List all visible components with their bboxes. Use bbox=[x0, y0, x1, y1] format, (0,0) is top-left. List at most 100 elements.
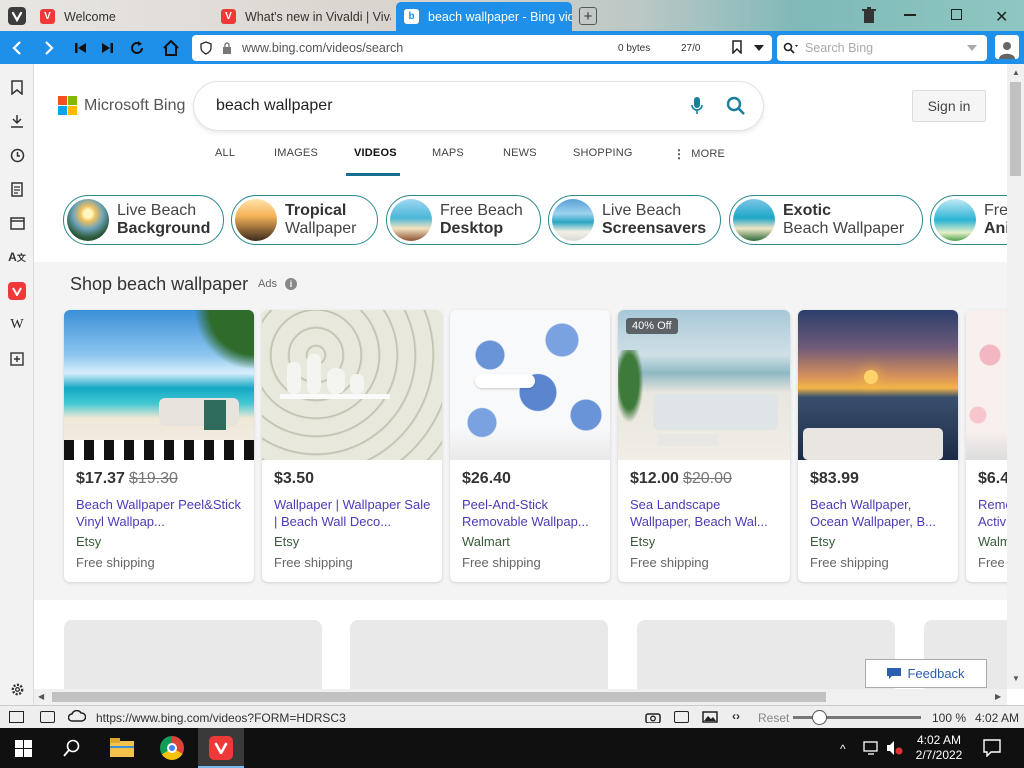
home-button[interactable] bbox=[160, 37, 182, 59]
volume-muted-icon[interactable] bbox=[886, 740, 904, 756]
pill-line1: Free Beach bbox=[440, 202, 523, 219]
tab-images[interactable]: IMAGES bbox=[274, 147, 318, 159]
product-title[interactable]: Peel-And-Stick Removable Wallpap... bbox=[462, 496, 602, 530]
tab-bing-search[interactable]: b beach wallpaper - Bing vide bbox=[396, 2, 572, 31]
product-card[interactable]: $3.50 Wallpaper | Wallpaper Sale | Beach… bbox=[262, 310, 442, 582]
bing-search-box[interactable]: beach wallpaper bbox=[194, 82, 763, 130]
chevron-up-icon[interactable]: ^ bbox=[840, 742, 846, 756]
tab-welcome[interactable]: V Welcome bbox=[40, 2, 220, 31]
forward-button[interactable] bbox=[38, 37, 60, 59]
file-explorer-icon[interactable] bbox=[110, 738, 134, 758]
url-field[interactable]: www.bing.com/videos/search 0 bytes 27/0 bbox=[192, 35, 772, 61]
related-search-pill[interactable]: Live Beach Screensavers bbox=[548, 195, 721, 245]
tab-videos[interactable]: VIDEOS bbox=[354, 147, 397, 159]
tab-whats-new[interactable]: V What's new in Vivaldi | Viva bbox=[221, 2, 391, 31]
product-card[interactable]: $6.4 Remo Activ Walm Free bbox=[966, 310, 1007, 582]
product-title[interactable]: Sea Landscape Wallpaper, Beach Wal... bbox=[630, 496, 782, 530]
downloads-panel-icon[interactable] bbox=[8, 112, 26, 130]
bing-logo[interactable]: Microsoft Bing bbox=[58, 96, 185, 116]
settings-gear-icon[interactable] bbox=[8, 680, 26, 698]
wikipedia-panel-icon[interactable]: W bbox=[8, 316, 26, 334]
search-engine-field[interactable]: Search Bing bbox=[777, 35, 987, 61]
tab-news[interactable]: NEWS bbox=[503, 147, 537, 159]
microphone-icon[interactable] bbox=[691, 96, 703, 116]
notes-panel-icon[interactable] bbox=[8, 180, 26, 198]
vertical-scrollbar[interactable]: ▲ ▼ bbox=[1007, 64, 1024, 689]
new-tab-button[interactable]: + bbox=[579, 7, 597, 25]
video-result-placeholder[interactable] bbox=[637, 620, 895, 689]
product-title[interactable]: Beach Wallpaper Peel&Stick Vinyl Wallpap… bbox=[76, 496, 246, 530]
info-icon[interactable]: i bbox=[284, 278, 297, 290]
scrollbar-thumb[interactable] bbox=[52, 692, 826, 702]
related-search-pill[interactable]: FreAni bbox=[930, 195, 1007, 245]
search-icon[interactable] bbox=[726, 96, 746, 116]
vivaldi-taskbar-button[interactable] bbox=[198, 728, 244, 768]
image-icon[interactable] bbox=[702, 711, 718, 723]
back-button[interactable] bbox=[6, 37, 28, 59]
address-bar: www.bing.com/videos/search 0 bytes 27/0 … bbox=[0, 31, 1024, 64]
tab-all[interactable]: ALL bbox=[215, 147, 235, 159]
maximize-button[interactable] bbox=[951, 9, 962, 20]
camera-icon[interactable] bbox=[645, 711, 661, 723]
bookmarks-panel-icon[interactable] bbox=[8, 78, 26, 96]
related-search-pill[interactable]: Tropical Wallpaper bbox=[231, 195, 378, 245]
product-title[interactable]: Wallpaper | Wallpaper Sale | Beach Wall … bbox=[274, 496, 434, 530]
shield-icon[interactable] bbox=[200, 41, 212, 55]
cloud-sync-icon[interactable] bbox=[68, 710, 86, 722]
related-search-pill[interactable]: Live Beach Background bbox=[63, 195, 224, 245]
page-tiling-icon[interactable] bbox=[674, 711, 689, 723]
pill-thumbnail bbox=[552, 199, 594, 241]
notifications-icon[interactable] bbox=[983, 739, 1001, 757]
panel-toggle-icon[interactable] bbox=[9, 711, 24, 723]
minimize-button[interactable] bbox=[904, 14, 916, 16]
tab-shopping[interactable]: SHOPPING bbox=[573, 147, 633, 159]
product-shipping: Free shipping bbox=[462, 555, 541, 570]
chrome-icon[interactable] bbox=[160, 736, 184, 760]
video-result-placeholder[interactable] bbox=[64, 620, 322, 689]
product-image bbox=[262, 310, 442, 460]
product-card[interactable]: $17.37 $19.30 Beach Wallpaper Peel&Stick … bbox=[64, 310, 254, 582]
sign-in-button[interactable]: Sign in bbox=[912, 90, 986, 122]
fast-forward-button[interactable] bbox=[96, 37, 118, 59]
profile-avatar[interactable] bbox=[995, 35, 1019, 59]
tab-more[interactable]: ⋮ MORE bbox=[673, 147, 725, 161]
zoom-slider-handle[interactable] bbox=[812, 710, 827, 725]
reload-button[interactable] bbox=[126, 37, 148, 59]
history-panel-icon[interactable] bbox=[8, 146, 26, 164]
feedback-button[interactable]: Feedback bbox=[865, 659, 987, 688]
product-card[interactable]: 40% Off $12.00 $20.00 Sea Landscape Wallp… bbox=[618, 310, 790, 582]
zoom-level: 100 % bbox=[932, 711, 967, 725]
add-panel-icon[interactable] bbox=[8, 350, 26, 368]
section-title: Shop beach wallpaper bbox=[70, 274, 249, 294]
chevron-down-icon[interactable] bbox=[967, 45, 977, 51]
taskbar-clock[interactable]: 4:02 AM 2/7/2022 bbox=[915, 733, 963, 763]
video-result-placeholder[interactable] bbox=[350, 620, 608, 689]
search-icon[interactable] bbox=[63, 739, 81, 757]
vivaldi-menu-icon[interactable] bbox=[8, 7, 26, 25]
product-card[interactable]: $83.99 Beach Wallpaper, Ocean Wallpaper,… bbox=[798, 310, 958, 582]
product-card[interactable]: $26.40 Peel-And-Stick Removable Wallpap.… bbox=[450, 310, 610, 582]
trash-icon[interactable] bbox=[862, 7, 876, 24]
zoom-reset[interactable]: Reset bbox=[758, 711, 789, 725]
window-panel-icon[interactable] bbox=[8, 214, 26, 232]
related-search-pill[interactable]: Exotic Beach Wallpaper bbox=[729, 195, 923, 245]
product-title[interactable]: Remo Activ bbox=[978, 496, 1007, 530]
product-title[interactable]: Beach Wallpaper, Ocean Wallpaper, B... bbox=[810, 496, 950, 530]
scrollbar-thumb[interactable] bbox=[1010, 82, 1021, 176]
network-icon[interactable] bbox=[863, 741, 879, 755]
tab-maps[interactable]: MAPS bbox=[432, 147, 464, 159]
pill-line2: Wallpaper bbox=[285, 220, 357, 237]
related-search-pill[interactable]: Free Beach Desktop bbox=[386, 195, 541, 245]
windows-start-icon[interactable] bbox=[15, 740, 32, 757]
url-text[interactable]: www.bing.com/videos/search bbox=[242, 41, 403, 55]
rewind-button[interactable] bbox=[70, 37, 92, 59]
chevron-down-icon[interactable] bbox=[754, 45, 764, 51]
translate-panel-icon[interactable]: A文 bbox=[8, 248, 26, 266]
bookmark-icon[interactable] bbox=[732, 40, 742, 54]
vivaldi-panel-icon[interactable] bbox=[8, 282, 26, 300]
code-icon[interactable]: ‹› bbox=[732, 709, 740, 723]
close-window-button[interactable]: ✕ bbox=[995, 7, 1008, 27]
tab-tiling-icon[interactable] bbox=[40, 711, 55, 723]
search-query[interactable]: beach wallpaper bbox=[216, 97, 333, 115]
horizontal-scrollbar[interactable]: ◀ ▶ bbox=[34, 689, 1007, 705]
